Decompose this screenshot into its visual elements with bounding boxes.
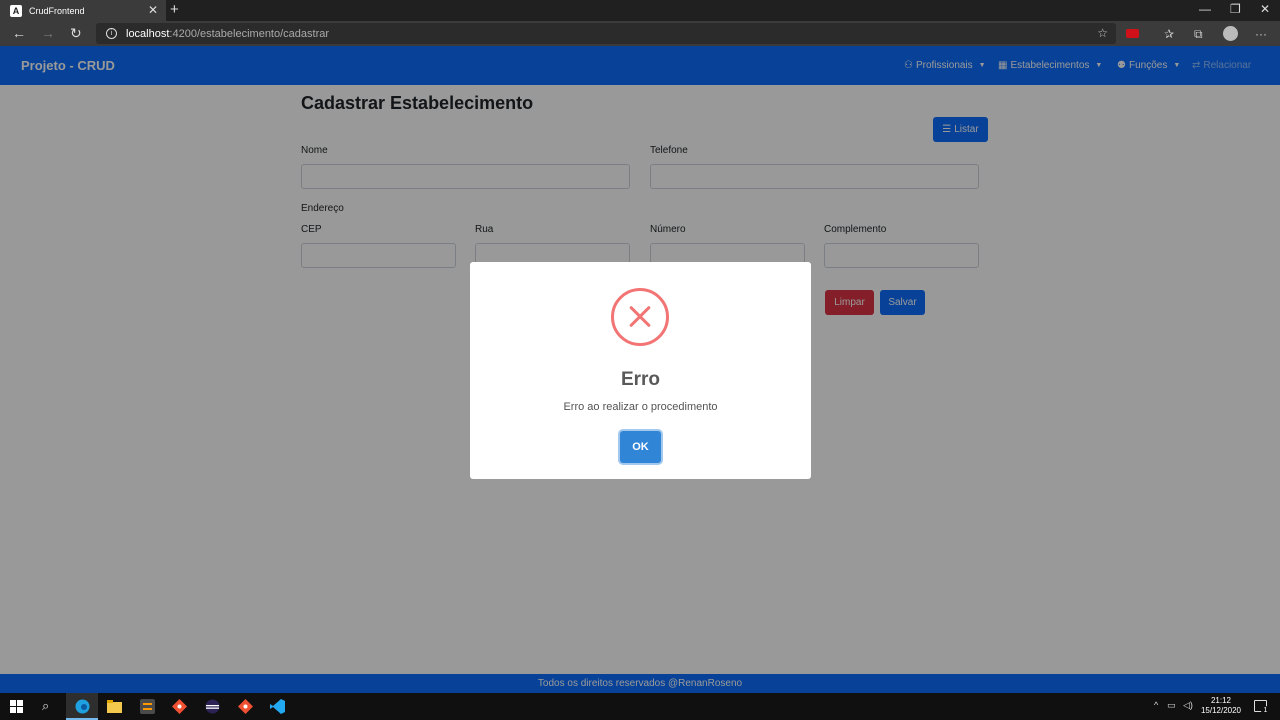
vscode-icon[interactable] (270, 699, 285, 714)
extension-icon[interactable] (1126, 29, 1139, 38)
url-host: localhost (126, 27, 170, 40)
edge-browser-icon[interactable] (75, 699, 90, 714)
minimize-icon[interactable]: — (1199, 2, 1211, 16)
notification-icon[interactable]: 1 (1254, 700, 1270, 715)
favorites-icon[interactable]: ✰ (1164, 27, 1174, 41)
clock-time: 21:12 (1210, 696, 1232, 705)
back-icon[interactable]: ← (12, 25, 26, 41)
sublime-text-icon[interactable] (140, 699, 155, 714)
favorite-star-icon[interactable]: ☆ (1097, 26, 1108, 40)
forward-icon[interactable]: → (41, 25, 55, 41)
info-icon[interactable]: i (106, 28, 117, 39)
windows-taskbar: ⌕ ^ ▭ ◁) 21:12 15/12/2020 1 (0, 693, 1280, 720)
windows-start-icon[interactable] (10, 700, 23, 713)
url-input[interactable]: i localhost:4200/estabelecimento/cadastr… (96, 23, 1116, 44)
browser-tab-bar: A CrudFrontend ✕ + — ❐ ✕ (0, 0, 1280, 21)
window-close-icon[interactable]: ✕ (1260, 2, 1270, 16)
url-path: :4200/estabelecimento/cadastrar (169, 27, 330, 40)
profile-avatar-icon[interactable] (1223, 26, 1238, 41)
refresh-icon[interactable]: ↻ (70, 25, 82, 42)
file-explorer-icon[interactable] (107, 699, 122, 714)
taskbar-clock[interactable]: 21:12 15/12/2020 (1200, 696, 1242, 716)
ok-button[interactable]: OK (620, 431, 661, 463)
more-options-icon[interactable]: ··· (1255, 27, 1267, 41)
error-dialog: Erro Erro ao realizar o procedimento OK (470, 262, 811, 479)
dialog-title: Erro (620, 369, 661, 390)
tab-title: CrudFrontend (29, 5, 85, 16)
search-icon[interactable]: ⌕ (42, 698, 49, 714)
network-icon[interactable]: ▭ (1167, 700, 1176, 711)
eclipse-icon[interactable] (205, 699, 220, 714)
angular-favicon-icon: A (10, 4, 22, 17)
tray-chevron-icon[interactable]: ^ (1154, 700, 1158, 710)
clock-date: 15/12/2020 (1200, 706, 1242, 715)
restore-icon[interactable]: ❐ (1230, 2, 1241, 16)
git-icon[interactable] (172, 699, 187, 714)
browser-address-bar: ← → ↻ i localhost:4200/estabelecimento/c… (0, 21, 1280, 46)
dialog-message: Erro ao realizar o procedimento (563, 401, 718, 413)
browser-tab[interactable]: A CrudFrontend ✕ (0, 0, 166, 21)
git-gui-icon[interactable] (238, 699, 253, 714)
error-x-icon (611, 288, 669, 346)
notification-count: 1 (1261, 706, 1270, 715)
collections-icon[interactable]: ⧉ (1194, 27, 1203, 42)
volume-icon[interactable]: ◁) (1183, 700, 1193, 711)
tab-close-icon[interactable]: ✕ (148, 3, 158, 17)
new-tab-icon[interactable]: + (170, 1, 179, 18)
